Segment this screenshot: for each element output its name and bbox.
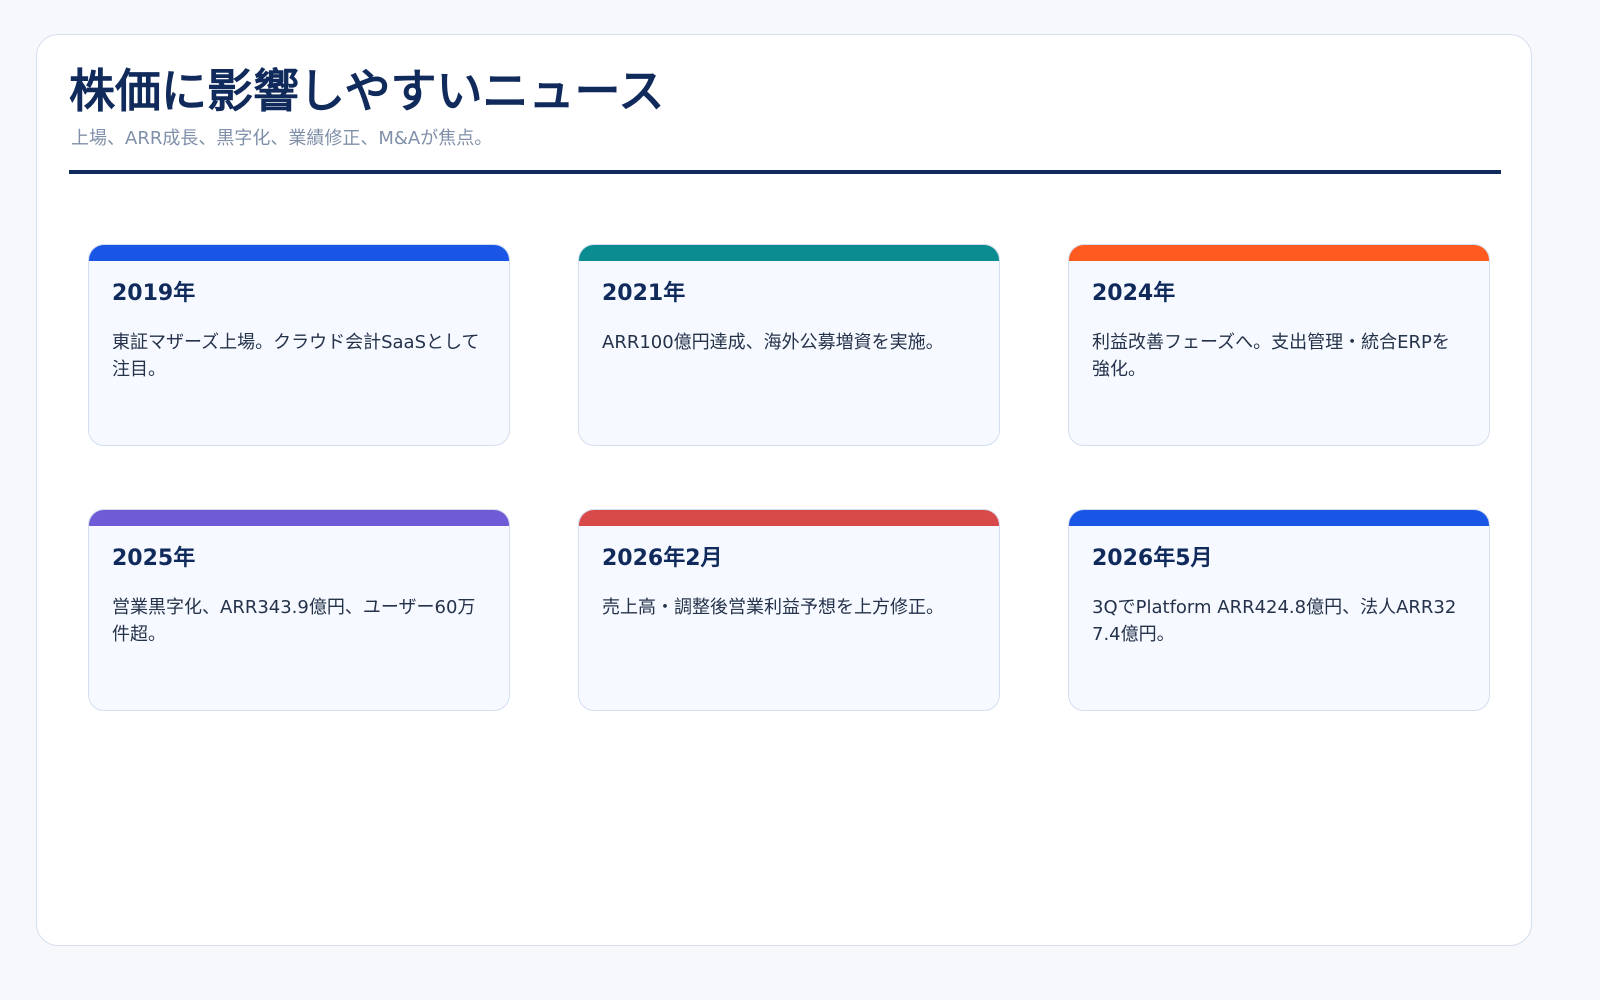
card-heading: 2019年 [112,281,196,306]
card-accent-bar [1069,510,1489,526]
news-card-2026-feb: 2026年2月 売上高・調整後営業利益予想を上方修正。 [578,509,1000,711]
card-heading: 2025年 [112,546,196,571]
header-divider [69,170,1501,174]
card-heading: 2024年 [1092,281,1176,306]
news-card-2021: 2021年 ARR100億円達成、海外公募増資を実施。 [578,244,1000,446]
card-text: 売上高・調整後営業利益予想を上方修正。 [602,597,944,618]
page-title: 株価に影響しやすいニュース [69,64,665,118]
card-accent-bar [89,510,509,526]
news-card-2026-may: 2026年5月 3QでPlatform ARR424.8億円、法人ARR327.… [1068,509,1490,711]
card-accent-bar [1069,245,1489,261]
card-heading: 2026年2月 [602,546,723,571]
page-subtitle: 上場、ARR成長、黒字化、業績修正、M&Aが焦点。 [71,128,493,149]
card-text: 3QでPlatform ARR424.8億円、法人ARR327.4億円。 [1092,597,1457,645]
news-card-2025: 2025年 営業黒字化、ARR343.9億円、ユーザー60万件超。 [88,509,510,711]
card-heading: 2026年5月 [1092,546,1213,571]
card-heading: 2021年 [602,281,686,306]
card-text: 営業黒字化、ARR343.9億円、ユーザー60万件超。 [112,597,476,645]
card-accent-bar [89,245,509,261]
card-text: 東証マザーズ上場。クラウド会計SaaSとして注目。 [112,332,480,380]
news-panel: 株価に影響しやすいニュース 上場、ARR成長、黒字化、業績修正、M&Aが焦点。 [36,34,1532,946]
card-accent-bar [579,510,999,526]
news-card-2024: 2024年 利益改善フェーズへ。支出管理・統合ERPを強化。 [1068,244,1490,446]
card-accent-bar [579,245,999,261]
card-text: 利益改善フェーズへ。支出管理・統合ERPを強化。 [1092,332,1450,380]
card-text: ARR100億円達成、海外公募増資を実施。 [602,332,944,353]
news-card-2019: 2019年 東証マザーズ上場。クラウド会計SaaSとして注目。 [88,244,510,446]
